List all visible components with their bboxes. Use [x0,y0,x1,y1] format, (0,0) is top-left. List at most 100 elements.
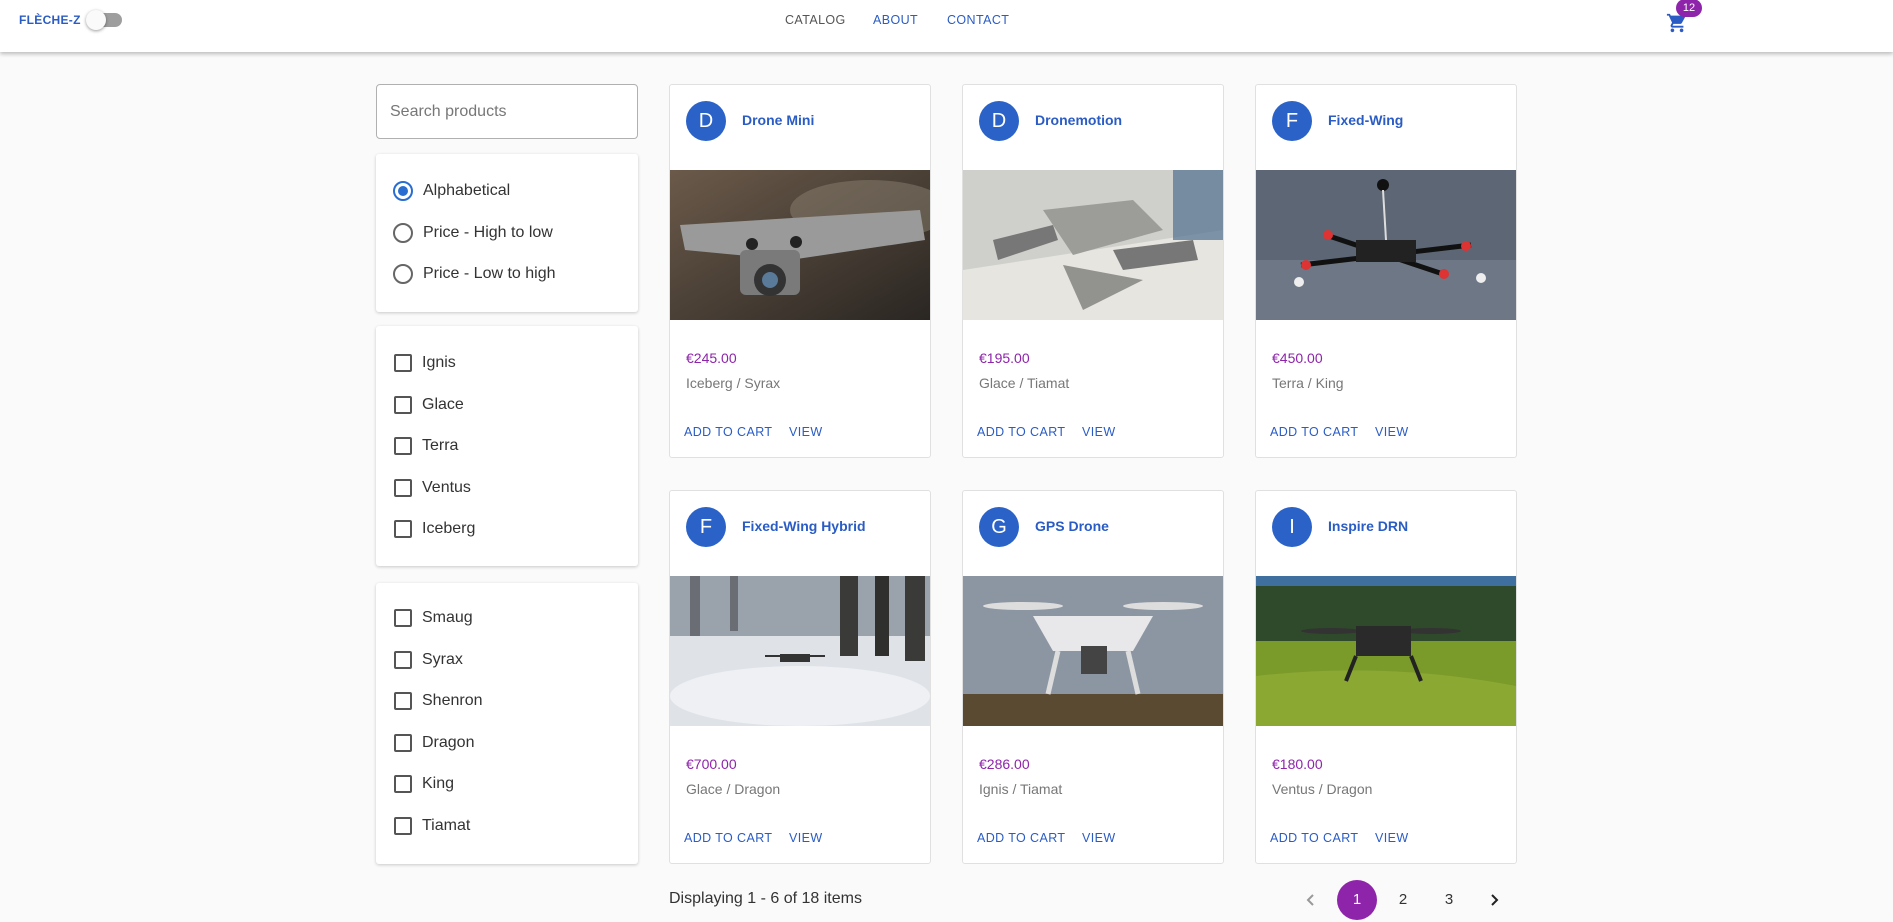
product-card: D Drone Mini €245.00 Iceberg / Syrax ADD… [669,84,931,458]
add-to-cart-button[interactable]: ADD TO CART [977,831,1065,845]
product-price: €180.00 [1272,756,1323,772]
radio-checked-icon [393,181,413,201]
next-page-button[interactable] [1474,880,1514,920]
nav-catalog[interactable]: CATALOG [785,13,846,27]
checkbox-icon [394,609,412,627]
avatar: I [1272,507,1312,547]
product-card: F Fixed-Wing Hybrid €700.00 Glace / Drag… [669,490,931,864]
filter-label: Syrax [422,651,463,668]
checkbox-icon [394,396,412,414]
top-app-bar: FLÈCHE-Z CATALOG ABOUT CONTACT 12 [0,0,1893,52]
add-to-cart-button[interactable]: ADD TO CART [1270,425,1358,439]
add-to-cart-button[interactable]: ADD TO CART [684,831,772,845]
chevron-right-icon [1491,894,1499,906]
product-title[interactable]: Drone Mini [742,112,814,128]
product-image [1256,170,1516,320]
checkbox-icon [394,734,412,752]
add-to-cart-button[interactable]: ADD TO CART [684,425,772,439]
avatar: F [1272,101,1312,141]
filter-iceberg[interactable]: Iceberg [393,517,475,541]
page-1-button[interactable]: 1 [1337,880,1377,920]
product-card: I Inspire DRN €180.00 Ventus / Dragon AD… [1255,490,1517,864]
filter-label: Shenron [422,692,483,709]
page-2-button[interactable]: 2 [1383,880,1423,920]
product-tags: Ventus / Dragon [1272,781,1373,797]
add-to-cart-button[interactable]: ADD TO CART [1270,831,1358,845]
pagination-summary: Displaying 1 - 6 of 18 items [669,890,862,907]
page-3-button[interactable]: 3 [1429,880,1469,920]
filter-label: Dragon [422,734,475,751]
filter-label: Ventus [422,479,471,496]
filter-glace[interactable]: Glace [393,393,464,417]
view-button[interactable]: VIEW [1082,425,1116,439]
previous-page-button[interactable] [1291,880,1331,920]
brand-logo[interactable]: FLÈCHE-Z [19,13,81,27]
avatar: G [979,507,1019,547]
checkbox-icon [394,817,412,835]
sort-option-price-low-high[interactable]: Price - Low to high [393,262,556,286]
checkbox-icon [394,775,412,793]
add-to-cart-button[interactable]: ADD TO CART [977,425,1065,439]
product-tags: Terra / King [1272,375,1344,391]
filter-smaug[interactable]: Smaug [393,606,473,630]
product-tags: Glace / Dragon [686,781,781,797]
filter-label: Glace [422,396,464,413]
product-price: €195.00 [979,350,1030,366]
product-title[interactable]: Fixed-Wing [1328,112,1403,128]
nav-about[interactable]: ABOUT [873,13,918,27]
dragon-filter-panel: Smaug Syrax Shenron Dragon King Tiamat [376,583,638,864]
filter-shenron[interactable]: Shenron [393,689,483,713]
sort-panel: Alphabetical Price - High to low Price -… [376,154,638,312]
product-price: €286.00 [979,756,1030,772]
product-title[interactable]: Inspire DRN [1328,518,1408,534]
view-button[interactable]: VIEW [1082,831,1116,845]
sort-label: Price - High to low [423,224,553,241]
product-image [963,170,1223,320]
product-title[interactable]: Dronemotion [1035,112,1122,128]
product-title[interactable]: GPS Drone [1035,518,1109,534]
product-card: G GPS Drone €286.00 Ignis / Tiamat ADD T… [962,490,1224,864]
checkbox-icon [394,479,412,497]
element-filter-panel: Ignis Glace Terra Ventus Iceberg [376,326,638,566]
sort-label: Alphabetical [423,182,511,199]
filter-king[interactable]: King [393,772,454,796]
cart-count-badge: 12 [1676,0,1702,17]
avatar: F [686,507,726,547]
product-card: D Dronemotion €195.00 Glace / Tiamat ADD… [962,84,1224,458]
filter-syrax[interactable]: Syrax [393,648,463,672]
sort-label: Price - Low to high [423,265,556,282]
view-button[interactable]: VIEW [789,425,823,439]
view-button[interactable]: VIEW [789,831,823,845]
filter-ventus[interactable]: Ventus [393,476,471,500]
checkbox-icon [394,437,412,455]
filter-label: Ignis [422,354,456,371]
filter-ignis[interactable]: Ignis [393,351,456,375]
filter-dragon[interactable]: Dragon [393,731,474,755]
product-tags: Glace / Tiamat [979,375,1070,391]
checkbox-icon [394,651,412,669]
product-image [670,576,930,726]
view-button[interactable]: VIEW [1375,425,1409,439]
product-price: €245.00 [686,350,737,366]
checkbox-icon [394,520,412,538]
filter-tiamat[interactable]: Tiamat [393,814,470,838]
product-price: €700.00 [686,756,737,772]
product-tags: Ignis / Tiamat [979,781,1063,797]
product-image [1256,576,1516,726]
nav-contact[interactable]: CONTACT [947,13,1009,27]
product-card: F Fixed-Wing €450.00 Terra / King ADD TO… [1255,84,1517,458]
filter-terra[interactable]: Terra [393,434,458,458]
avatar: D [686,101,726,141]
product-image [670,170,930,320]
product-title[interactable]: Fixed-Wing Hybrid [742,518,866,534]
sort-option-alphabetical[interactable]: Alphabetical [393,179,510,203]
product-price: €450.00 [1272,350,1323,366]
view-button[interactable]: VIEW [1375,831,1409,845]
sort-option-price-high-low[interactable]: Price - High to low [393,221,553,245]
checkbox-icon [394,692,412,710]
theme-toggle[interactable] [86,10,122,30]
search-input[interactable] [376,84,638,139]
avatar: D [979,101,1019,141]
filter-label: Tiamat [422,817,471,834]
checkbox-icon [394,354,412,372]
